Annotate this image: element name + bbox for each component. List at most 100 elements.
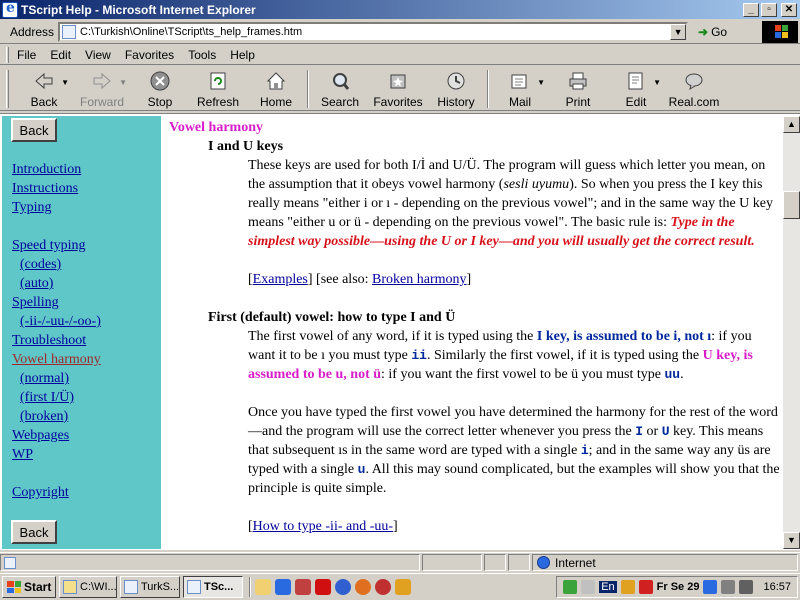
nav-link-webpages[interactable]: Webpages bbox=[12, 427, 69, 445]
nav-link-copyright[interactable]: Copyright bbox=[12, 484, 69, 502]
favorites-icon bbox=[387, 70, 409, 92]
print-button[interactable]: Print bbox=[549, 67, 607, 109]
tray-volume-icon[interactable] bbox=[739, 580, 754, 594]
folder-icon bbox=[63, 580, 77, 594]
section-title-first-vowel: First (default) vowel: how to type I and… bbox=[208, 310, 456, 325]
text: or bbox=[643, 424, 662, 439]
address-dropdown-icon[interactable]: ▼ bbox=[670, 23, 687, 40]
search-label: Search bbox=[320, 95, 360, 109]
scroll-down-icon[interactable]: ▼ bbox=[783, 532, 800, 549]
back-button[interactable]: ▼ Back bbox=[15, 67, 73, 109]
i-key-rule: I key, is assumed to be i, not ı bbox=[536, 329, 712, 344]
nav-link-first-iu[interactable]: (first I/Ü) bbox=[20, 389, 74, 407]
home-button[interactable]: Home bbox=[247, 67, 305, 109]
tray-app-icon[interactable] bbox=[638, 580, 653, 594]
menu-grip[interactable] bbox=[6, 46, 9, 63]
scroll-up-icon[interactable]: ▲ bbox=[783, 116, 800, 133]
how-to-type-line: [How to type -ii- and -uu-] bbox=[248, 517, 782, 536]
toolbar-grip[interactable] bbox=[6, 70, 9, 108]
ie-icon bbox=[187, 580, 201, 594]
mail-label: Mail bbox=[508, 95, 531, 109]
stop-button[interactable]: Stop bbox=[131, 67, 189, 109]
clock[interactable]: 16:57 bbox=[763, 581, 791, 593]
real-com-icon bbox=[683, 70, 705, 92]
navigation-frame: Back Introduction Instructions Typing Sp… bbox=[2, 116, 161, 549]
stop-icon bbox=[149, 70, 171, 92]
minimize-button[interactable]: _ bbox=[743, 2, 759, 17]
tray-app-icon[interactable] bbox=[721, 580, 736, 594]
examples-line: [Examples] [see also: Broken harmony] bbox=[248, 270, 782, 289]
back-bottom-button[interactable]: Back bbox=[11, 520, 57, 544]
nav-link-troubleshoot[interactable]: Troubleshoot bbox=[12, 332, 86, 350]
examples-link[interactable]: Examples bbox=[253, 272, 308, 287]
title-bar[interactable]: TScript Help - Microsoft Internet Explor… bbox=[0, 0, 800, 19]
how-to-type-link[interactable]: How to type -ii- and -uu- bbox=[253, 519, 393, 534]
windows-flag-icon bbox=[7, 581, 21, 593]
task-label: C:\WI... bbox=[80, 581, 117, 593]
menu-help[interactable]: Help bbox=[230, 48, 255, 62]
tray-network-icon[interactable] bbox=[703, 580, 718, 594]
address-input[interactable]: C:\Turkish\Online\TScript\ts_help_frames… bbox=[58, 21, 689, 42]
search-button[interactable]: Search bbox=[311, 67, 369, 109]
page-title: Vowel harmony bbox=[169, 120, 263, 135]
quicklaunch-ie-icon[interactable] bbox=[335, 579, 351, 595]
nav-link-ii-uu-oo[interactable]: (-ii-/-uu-/-oo-) bbox=[20, 313, 101, 331]
term-sesli-uyumu: sesli uyumu bbox=[503, 177, 570, 192]
real-com-button[interactable]: Real.com bbox=[665, 67, 723, 109]
address-label: Address bbox=[10, 24, 55, 39]
menu-edit[interactable]: Edit bbox=[50, 48, 71, 62]
nav-link-typing[interactable]: Typing bbox=[12, 199, 51, 217]
go-button[interactable]: ➜ Go bbox=[698, 25, 727, 39]
nav-link-auto[interactable]: (auto) bbox=[20, 275, 53, 293]
nav-link-introduction[interactable]: Introduction bbox=[12, 161, 81, 179]
maximize-button[interactable]: ▫ bbox=[761, 2, 777, 17]
section-title-i-u-keys: I and U keys bbox=[208, 139, 284, 154]
menu-favorites[interactable]: Favorites bbox=[125, 48, 174, 62]
edit-button[interactable]: ▼ Edit bbox=[607, 67, 665, 109]
quicklaunch-app-icon[interactable] bbox=[315, 579, 331, 595]
back-top-button[interactable]: Back bbox=[11, 118, 57, 142]
broken-harmony-link[interactable]: Broken harmony bbox=[372, 272, 466, 287]
quicklaunch-media-icon[interactable] bbox=[395, 579, 411, 595]
quicklaunch-firefox-icon[interactable] bbox=[355, 579, 371, 595]
history-button[interactable]: History bbox=[427, 67, 485, 109]
status-text-cell bbox=[0, 554, 420, 571]
start-label: Start bbox=[24, 580, 52, 594]
quicklaunch-desktop-icon[interactable] bbox=[255, 579, 271, 595]
close-button[interactable]: ✕ bbox=[781, 2, 797, 17]
nav-link-vowel-harmony[interactable]: Vowel harmony bbox=[12, 351, 101, 369]
tray-app-icon[interactable] bbox=[563, 580, 578, 594]
address-url[interactable]: C:\Turkish\Online\TScript\ts_help_frames… bbox=[80, 26, 670, 38]
nav-link-codes[interactable]: (codes) bbox=[20, 256, 61, 274]
nav-link-normal[interactable]: (normal) bbox=[20, 370, 69, 388]
menu-view[interactable]: View bbox=[85, 48, 111, 62]
tray-app-icon[interactable] bbox=[620, 580, 635, 594]
nav-link-speed-typing[interactable]: Speed typing bbox=[12, 237, 86, 255]
nav-link-wp[interactable]: WP bbox=[12, 446, 33, 464]
vertical-scrollbar[interactable]: ▲ ▼ bbox=[783, 116, 800, 549]
quicklaunch-separator bbox=[249, 577, 251, 597]
tray-app-icon[interactable] bbox=[581, 580, 596, 594]
scroll-thumb[interactable] bbox=[783, 191, 800, 219]
nav-link-instructions[interactable]: Instructions bbox=[12, 180, 78, 198]
key-i: I bbox=[635, 424, 644, 439]
menu-tools[interactable]: Tools bbox=[188, 48, 216, 62]
tray-language[interactable]: En bbox=[599, 581, 617, 593]
refresh-icon bbox=[207, 70, 229, 92]
taskbar-item-tscript[interactable]: TSc... bbox=[183, 576, 243, 598]
quicklaunch-app-icon[interactable] bbox=[295, 579, 311, 595]
forward-arrow-icon: ▼ bbox=[91, 70, 127, 92]
start-button[interactable]: Start bbox=[2, 576, 56, 598]
nav-link-spelling[interactable]: Spelling bbox=[12, 294, 59, 312]
mail-button[interactable]: ▼ Mail bbox=[491, 67, 549, 109]
standard-toolbar: ▼ Back ▼ Forward Stop Refresh Home Searc… bbox=[0, 67, 800, 111]
quicklaunch-opera-icon[interactable] bbox=[375, 579, 391, 595]
taskbar-item-turks[interactable]: TurkS... bbox=[120, 576, 180, 598]
forward-button[interactable]: ▼ Forward bbox=[73, 67, 131, 109]
nav-link-broken[interactable]: (broken) bbox=[20, 408, 68, 426]
menu-file[interactable]: File bbox=[17, 48, 36, 62]
favorites-button[interactable]: Favorites bbox=[369, 67, 427, 109]
quicklaunch-ie-icon[interactable] bbox=[275, 579, 291, 595]
refresh-button[interactable]: Refresh bbox=[189, 67, 247, 109]
taskbar-item-explorer[interactable]: C:\WI... bbox=[59, 576, 117, 598]
